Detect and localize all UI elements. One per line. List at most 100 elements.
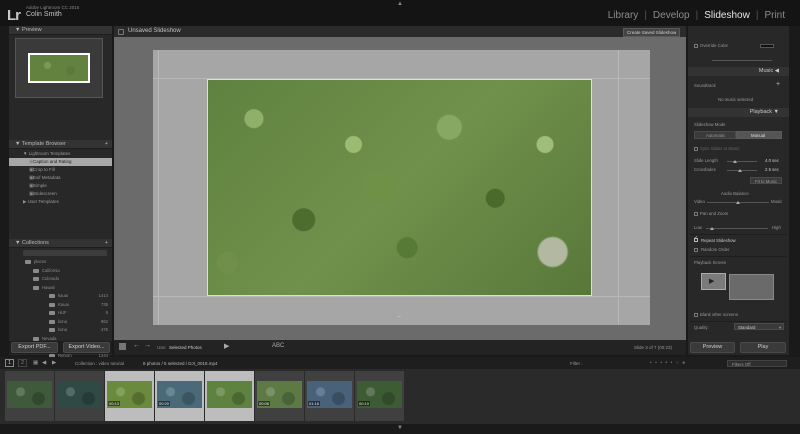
collections-header[interactable]: ▼ Collections +: [9, 239, 112, 248]
collection-count: 1414: [98, 293, 108, 298]
template-item[interactable]: ▣ Widescreen: [9, 190, 112, 198]
video-duration: 00:10: [358, 401, 371, 406]
quality-select[interactable]: Standard ▾: [734, 323, 784, 330]
slide-length-value[interactable]: 4.0 sec: [765, 158, 779, 163]
template-browser-header[interactable]: ▼ Template Browser +: [9, 140, 112, 149]
module-library[interactable]: Library: [602, 10, 645, 21]
rating-filter-icon[interactable]: • • • • • ○ ●: [650, 360, 686, 366]
collection-count: 476: [101, 327, 108, 332]
override-color-checkbox[interactable]: [694, 44, 698, 48]
use-select[interactable]: Selected Photos: [169, 345, 202, 350]
user-templates-folder[interactable]: ▶ User Templates: [9, 198, 112, 206]
selection-info[interactable]: 8 photos / 5 selected / DJI_0018.mp4: [143, 361, 218, 366]
play-button[interactable]: Play: [740, 342, 786, 353]
forward-arrow-icon[interactable]: ▶: [52, 360, 56, 366]
preview-button[interactable]: Preview: [690, 342, 735, 353]
fit-to-music-button[interactable]: Fit to Music: [750, 177, 782, 184]
slideshow-mode-label: Slideshow Mode: [694, 122, 726, 127]
blank-other-screens-checkbox[interactable]: [694, 313, 698, 317]
template-item[interactable]: ▣ Exif Metadata: [9, 174, 112, 182]
page-2-button[interactable]: 2: [18, 359, 27, 367]
music-header[interactable]: Music ◀: [688, 67, 789, 76]
collection-item[interactable]: Colorado: [9, 275, 112, 284]
resize-handle-icon[interactable]: ⇔: [396, 314, 402, 320]
module-picker: Library | Develop | Slideshow | Print: [602, 10, 791, 21]
collection-set-icon: [49, 311, 55, 315]
pan-zoom-slider[interactable]: [706, 228, 768, 229]
preview-header[interactable]: ▼ Preview: [9, 26, 112, 35]
play-icon[interactable]: ▶: [224, 342, 229, 350]
next-slide-icon[interactable]: →: [144, 342, 151, 349]
add-music-icon[interactable]: +: [776, 81, 780, 88]
filmstrip-thumbnail[interactable]: 00:13: [105, 371, 154, 421]
opacity-slider[interactable]: [712, 60, 772, 61]
pan-zoom-checkbox[interactable]: [694, 212, 698, 216]
template-list: ▼ Lightroom Templates ▣ Caption and Ratin…: [9, 150, 112, 206]
slide-length-slider[interactable]: [727, 161, 757, 162]
module-slideshow[interactable]: Slideshow: [698, 10, 756, 21]
screen-1[interactable]: ▶: [701, 273, 726, 290]
filmstrip-thumbnail[interactable]: [205, 371, 254, 421]
collection-label: kona: [58, 327, 68, 332]
crossfades-slider[interactable]: [727, 170, 757, 171]
collection-item[interactable]: California: [9, 267, 112, 276]
filmstrip-thumbnail[interactable]: 00:06: [255, 371, 304, 421]
slider-knob[interactable]: [738, 169, 742, 172]
collection-item[interactable]: kona 476: [9, 326, 112, 335]
back-arrow-icon[interactable]: ◀: [42, 360, 46, 366]
sync-slides-checkbox[interactable]: [694, 147, 698, 151]
module-develop[interactable]: Develop: [647, 10, 696, 21]
filmstrip-thumbnail[interactable]: 00:20: [155, 371, 204, 421]
pan-zoom-label: Pan and Zoom: [700, 211, 729, 216]
mode-automatic-button[interactable]: Automatic: [694, 131, 736, 139]
screen-2[interactable]: [729, 274, 774, 300]
filters-select[interactable]: Filters Off: [727, 360, 787, 367]
collection-path[interactable]: Collection : video tutorial: [75, 361, 124, 366]
collection-item[interactable]: kona 862: [9, 318, 112, 327]
audio-balance-label: Audio Balance: [721, 191, 749, 196]
collection-item[interactable]: Hawaii: [9, 284, 112, 293]
guide-line: [618, 50, 619, 325]
crossfades-value[interactable]: 2.5 sec: [765, 167, 779, 172]
template-item[interactable]: ▣ Simple: [9, 182, 112, 190]
collection-item[interactable]: places: [9, 258, 112, 267]
stop-icon[interactable]: [119, 343, 126, 350]
slider-knob[interactable]: [710, 227, 714, 230]
collection-item[interactable]: kauai 1414: [9, 292, 112, 301]
collection-count: 5: [105, 310, 108, 315]
filmstrip-thumbnail[interactable]: 01:16: [305, 371, 354, 421]
export-video-button[interactable]: Export Video...: [63, 342, 110, 353]
slide-photo[interactable]: [207, 79, 592, 296]
previous-slide-icon[interactable]: ←: [133, 342, 140, 349]
filter-label: Filter :: [570, 361, 583, 366]
collections-search-input[interactable]: [23, 250, 107, 256]
random-order-checkbox[interactable]: [694, 248, 698, 252]
collapse-top-panel-icon[interactable]: ▲: [397, 1, 403, 7]
collection-item[interactable]: HUF 5: [9, 309, 112, 318]
filmstrip-thumbnail[interactable]: [55, 371, 104, 421]
slider-knob[interactable]: [736, 201, 740, 204]
collection-label: Kauai: [58, 301, 69, 307]
slider-knob[interactable]: [733, 160, 737, 163]
template-preview: [15, 38, 103, 98]
module-print[interactable]: Print: [758, 10, 791, 21]
page-1-button[interactable]: 1: [5, 359, 14, 367]
filmstrip-thumbnail[interactable]: 00:10: [355, 371, 404, 421]
collapse-bottom-panel-icon[interactable]: ▼: [397, 425, 403, 431]
collection-label: Hawaii: [42, 284, 55, 290]
collection-item[interactable]: Kauai 735: [9, 301, 112, 310]
playback-header[interactable]: Playback ▼: [688, 108, 789, 117]
create-saved-slideshow-button[interactable]: Create Saved Slideshow: [623, 28, 681, 37]
export-pdf-button[interactable]: Export PDF...: [11, 342, 58, 353]
override-color-swatch[interactable]: [760, 44, 774, 48]
template-item[interactable]: ▣ Crop to Fill: [9, 166, 112, 174]
template-item[interactable]: ▣ Caption and Rating: [9, 158, 112, 166]
filmstrip-thumbnail[interactable]: [5, 371, 54, 421]
add-text-button[interactable]: ABC: [272, 343, 284, 349]
no-music-text: No music selected: [718, 97, 754, 102]
templates-folder[interactable]: ▼ Lightroom Templates: [9, 150, 112, 158]
collection-count: 735: [101, 301, 108, 307]
mode-manual-button[interactable]: Manual: [736, 131, 782, 139]
check-icon: ✓: [694, 235, 699, 241]
grid-icon[interactable]: ▦: [33, 360, 38, 366]
